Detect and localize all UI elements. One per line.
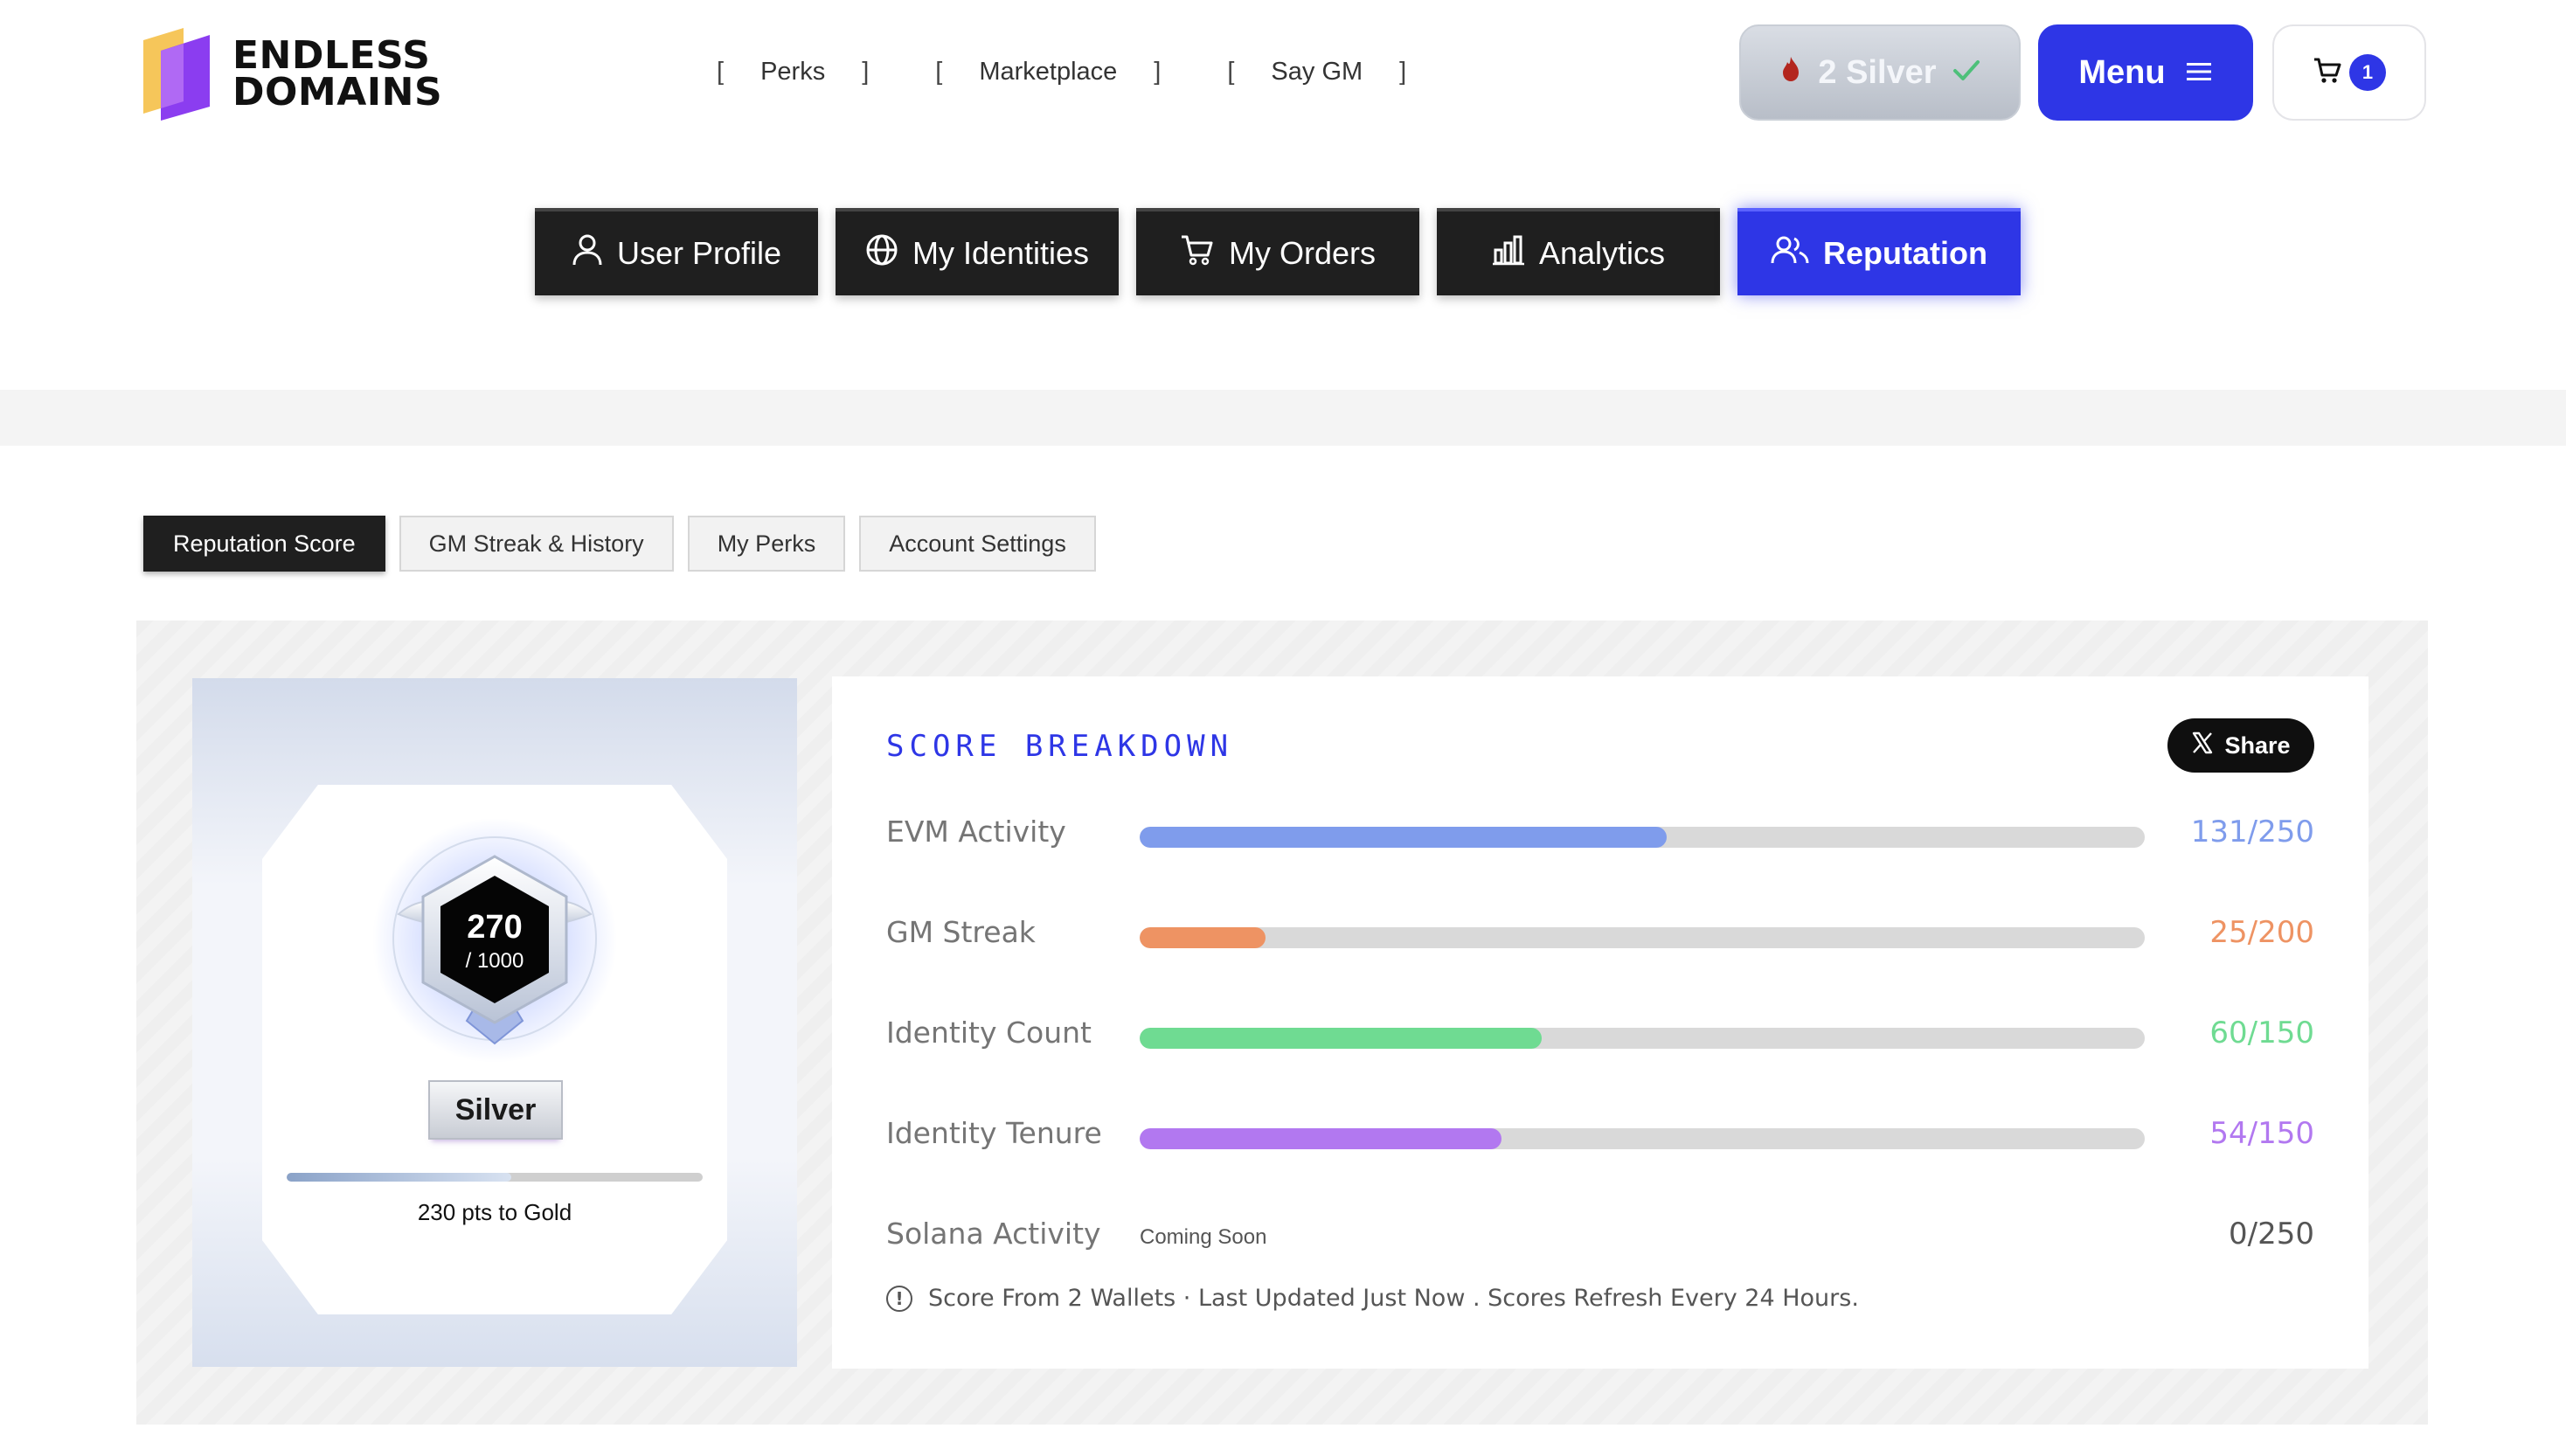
tier-status-label: 2 Silver [1818, 53, 1937, 91]
footnote-text: Score From 2 Wallets · Last Updated Just… [928, 1285, 1859, 1312]
score-breakdown-card: SCORE BREAKDOWN Share EVM Activity 131/2… [832, 676, 2368, 1369]
row-label: GM Streak [886, 915, 1036, 949]
cart-icon [1180, 234, 1215, 274]
tab-user-profile-label: User Profile [616, 235, 782, 271]
share-on-x-button[interactable]: Share [2167, 718, 2314, 773]
nav-say-gm-label: Say GM [1271, 58, 1363, 86]
score-fill [1140, 827, 1667, 848]
coming-soon-label: Coming Soon [1140, 1225, 1267, 1249]
rank-card: 270 / 1000 Silver 230 pts to Gold [192, 678, 797, 1367]
subtab-account-settings[interactable]: Account Settings [859, 516, 1096, 572]
score-breakdown-title: SCORE BREAKDOWN [886, 729, 1234, 764]
main-tabs: User Profile My Identities My Orders Ana… [535, 208, 2021, 295]
score-track [1140, 1128, 2145, 1149]
score-fill [1140, 1028, 1542, 1049]
cart-count-badge: 1 [2349, 54, 2386, 91]
reputation-panel: 270 / 1000 Silver 230 pts to Gold SCORE … [136, 621, 2428, 1425]
score-fill [1140, 927, 1266, 948]
top-nav: [Perks] [Marketplace] [Say GM] [717, 58, 1406, 87]
fire-icon [1779, 54, 1802, 92]
tab-analytics[interactable]: Analytics [1437, 208, 1720, 295]
row-label: Identity Tenure [886, 1116, 1102, 1150]
user-icon [572, 233, 603, 274]
tab-my-orders[interactable]: My Orders [1136, 208, 1419, 295]
tier-progress-bar [287, 1173, 703, 1182]
reputation-score: 270 [467, 909, 523, 946]
nav-marketplace[interactable]: [Marketplace] [935, 58, 1161, 87]
score-fill [1140, 1128, 1501, 1149]
reputation-score-max: / 1000 [465, 949, 524, 973]
cart-button[interactable]: 1 [2272, 24, 2426, 121]
hamburger-icon [2185, 54, 2213, 92]
tab-my-identities-label: My Identities [912, 235, 1090, 271]
logo-text: ENDLESS DOMAINS [232, 33, 443, 114]
row-label: EVM Activity [886, 815, 1066, 849]
score-footnote: ! Score From 2 Wallets · Last Updated Ju… [886, 1285, 1859, 1312]
score-row-identity-count: Identity Count 60/150 [886, 1009, 2314, 1061]
tier-status-button[interactable]: 2 Silver [1739, 24, 2021, 121]
tab-my-identities[interactable]: My Identities [836, 208, 1119, 295]
score-track [1140, 1028, 2145, 1049]
tab-reputation-label: Reputation [1823, 235, 1987, 271]
bar-chart-icon [1492, 234, 1525, 274]
row-value: 0/250 [2229, 1217, 2314, 1251]
row-value: 54/150 [2209, 1116, 2314, 1151]
score-row-identity-tenure: Identity Tenure 54/150 [886, 1109, 2314, 1161]
row-value: 131/250 [2190, 815, 2314, 849]
subtab-reputation-score[interactable]: Reputation Score [143, 516, 385, 572]
tab-user-profile[interactable]: User Profile [535, 208, 818, 295]
logo[interactable]: ENDLESS DOMAINS [135, 28, 442, 121]
score-track [1140, 927, 2145, 948]
nav-perks-label: Perks [760, 58, 826, 86]
menu-label: Menu [2078, 53, 2166, 91]
logo-line-2: DOMAINS [232, 70, 443, 114]
tab-analytics-label: Analytics [1538, 235, 1666, 271]
tier-progress-fill [287, 1173, 512, 1182]
nav-say-gm[interactable]: [Say GM] [1227, 58, 1406, 87]
logo-mark-icon [135, 28, 215, 121]
score-track [1140, 827, 2145, 848]
score-row-evm-activity: EVM Activity 131/250 [886, 808, 2314, 860]
subtab-gm-streak-history[interactable]: GM Streak & History [399, 516, 674, 572]
subtab-my-perks[interactable]: My Perks [687, 516, 846, 572]
menu-button[interactable]: Menu [2038, 24, 2253, 121]
score-row-gm-streak: GM Streak 25/200 [886, 908, 2314, 960]
cart-icon [2313, 57, 2342, 89]
row-value: 25/200 [2209, 915, 2314, 950]
check-icon [1952, 54, 1980, 92]
row-label: Solana Activity [886, 1217, 1101, 1251]
points-to-next-tier: 230 pts to Gold [417, 1199, 572, 1225]
x-logo-icon [2191, 731, 2214, 760]
divider-band [0, 390, 2566, 446]
tier-label: Silver [428, 1080, 563, 1140]
nav-marketplace-label: Marketplace [979, 58, 1118, 86]
logo-line-1: ENDLESS [232, 33, 431, 78]
tab-reputation[interactable]: Reputation [1737, 208, 2021, 295]
info-icon: ! [886, 1285, 912, 1312]
row-value: 60/150 [2209, 1016, 2314, 1050]
row-label: Identity Count [886, 1016, 1092, 1050]
sub-tabs: Reputation Score GM Streak & History My … [143, 516, 1096, 572]
nav-perks[interactable]: [Perks] [717, 58, 869, 87]
globe-icon [865, 233, 898, 274]
header: ENDLESS DOMAINS [Perks] [Marketplace] [S… [0, 0, 2566, 157]
share-label: Share [2224, 731, 2291, 759]
tab-my-orders-label: My Orders [1228, 235, 1376, 271]
score-row-solana-activity: Solana Activity Coming Soon 0/250 [886, 1210, 2314, 1262]
users-icon [1771, 235, 1809, 273]
